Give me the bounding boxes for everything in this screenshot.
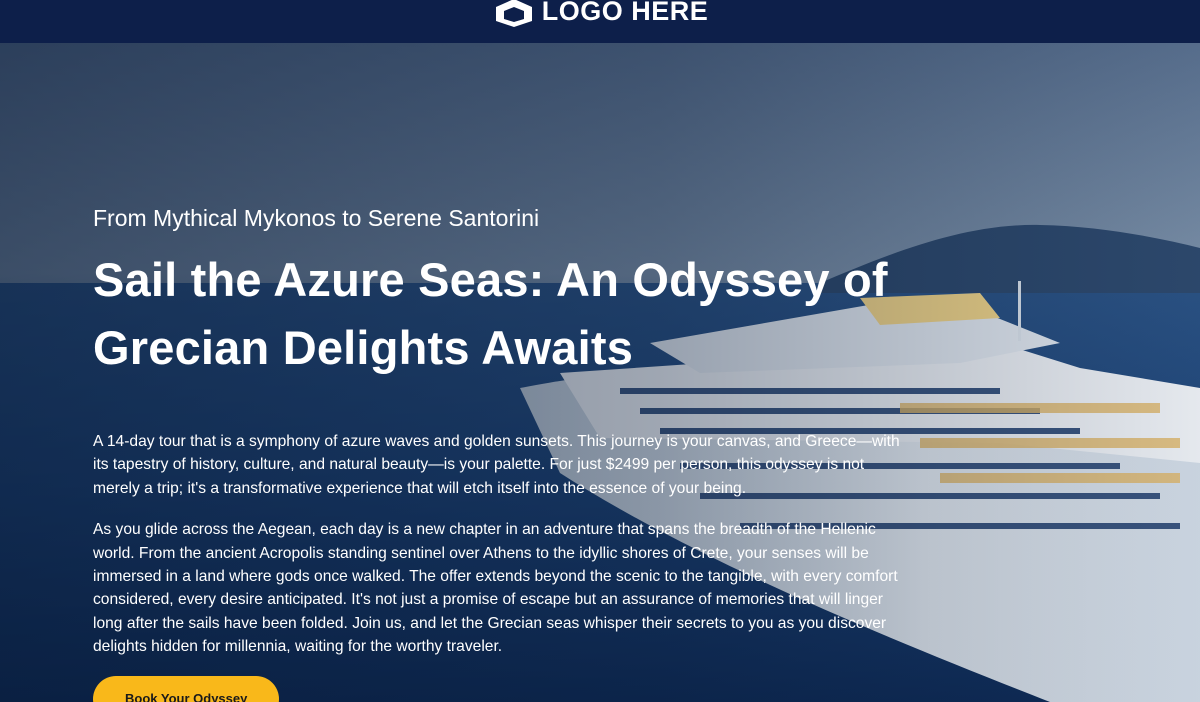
logo-text: LOGO HERE bbox=[541, 0, 709, 26]
book-odyssey-button[interactable]: Book Your Odyssey bbox=[93, 675, 280, 702]
site-header: LOGO HERE bbox=[0, 0, 1200, 43]
page: LOGO HERE From Mythical Mykonos to Seren… bbox=[0, 0, 1200, 702]
logo[interactable]: LOGO HERE bbox=[492, 0, 709, 27]
hero-subtitle: From Mythical Mykonos to Serene Santorin… bbox=[93, 205, 540, 231]
logo-icon bbox=[495, 0, 532, 27]
hero-paragraph-2: As you glide across the Aegean, each day… bbox=[93, 521, 898, 656]
hero-paragraph-1: A 14-day tour that is a symphony of azur… bbox=[93, 433, 900, 497]
hero-title: Sail the Azure Seas: An Odyssey of Greci… bbox=[93, 253, 888, 374]
hero-content: From Mythical Mykonos to Serene Santorin… bbox=[93, 204, 903, 702]
